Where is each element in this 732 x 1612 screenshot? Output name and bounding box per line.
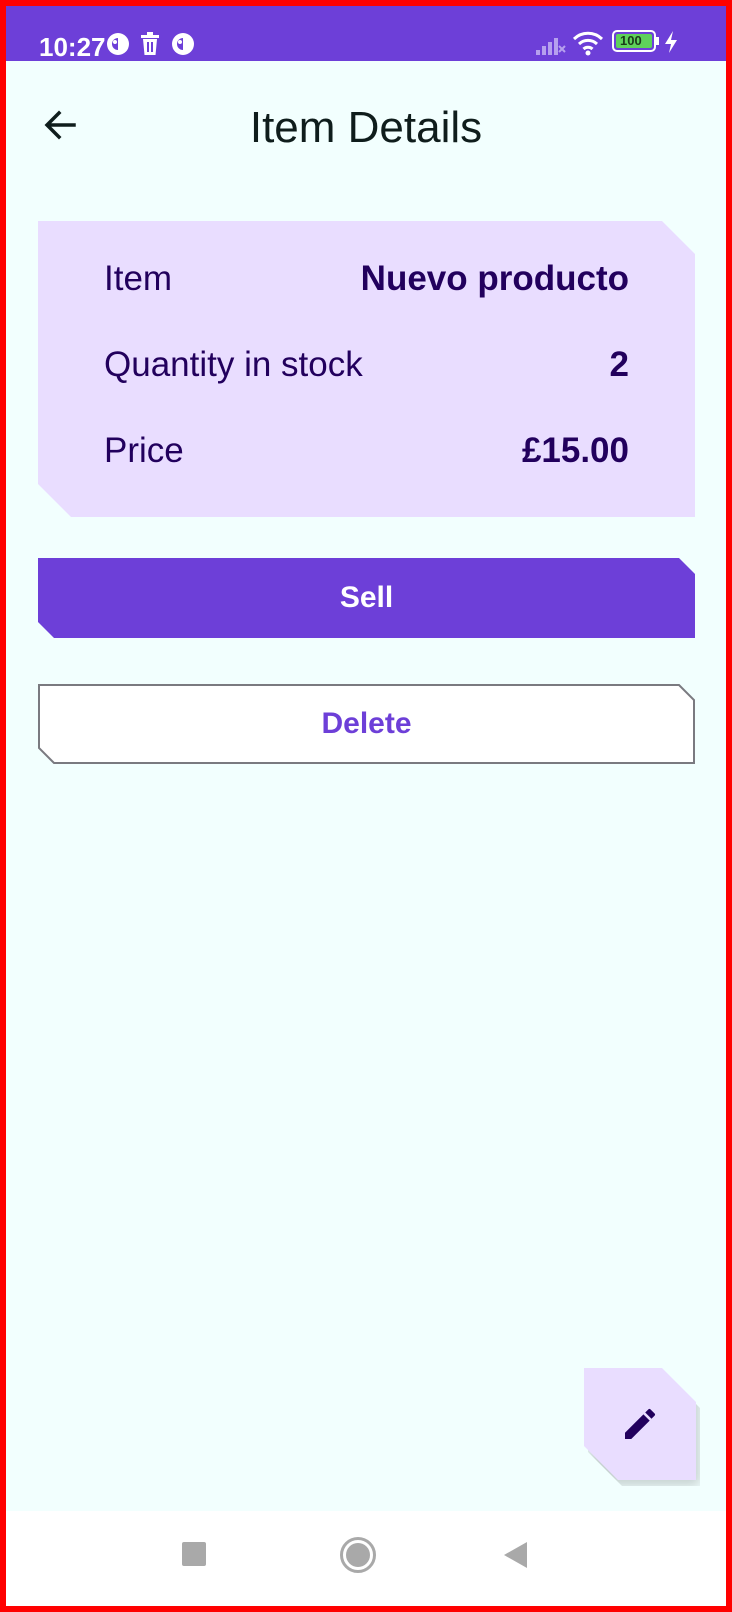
price-value: £15.00	[521, 431, 629, 470]
home-circle-icon[interactable]	[339, 1536, 377, 1574]
sell-button[interactable]: Sell	[38, 558, 695, 638]
charging-bolt-icon	[665, 31, 677, 53]
system-nav-bar	[6, 1511, 726, 1606]
item-value: Nuevo producto	[360, 259, 629, 298]
status-time: 10:27	[39, 32, 106, 62]
status-bar: 10:27 100	[6, 6, 726, 62]
item-label: Item	[104, 259, 173, 298]
item-details-card: Item Nuevo producto Quantity in stock 2 …	[38, 221, 695, 517]
delete-button-label: Delete	[321, 707, 412, 740]
wifi-icon	[572, 31, 604, 56]
top-app-bar: Item Details	[6, 61, 726, 191]
battery-icon: 100	[612, 30, 659, 52]
app-notification-icon	[107, 33, 129, 55]
item-row: Item Nuevo producto	[104, 249, 629, 309]
sell-button-label: Sell	[339, 581, 394, 614]
quantity-label: Quantity in stock	[104, 345, 363, 384]
quantity-row: Quantity in stock 2	[104, 335, 629, 395]
recents-square-icon[interactable]	[181, 1541, 207, 1567]
app-screen: 10:27 100 Item Details Item Nuevo produc…	[6, 6, 726, 1606]
delete-button[interactable]: Delete	[38, 684, 695, 764]
trash-icon	[141, 32, 159, 55]
price-row: Price £15.00	[104, 421, 629, 481]
pencil-edit-icon	[625, 1408, 656, 1439]
quantity-value: 2	[609, 345, 629, 384]
price-label: Price	[104, 431, 184, 470]
app-notification-icon	[172, 33, 194, 55]
page-title: Item Details	[249, 103, 483, 152]
cell-signal-icon	[536, 38, 566, 55]
back-triangle-icon[interactable]	[503, 1541, 529, 1569]
battery-level: 100	[620, 33, 642, 48]
